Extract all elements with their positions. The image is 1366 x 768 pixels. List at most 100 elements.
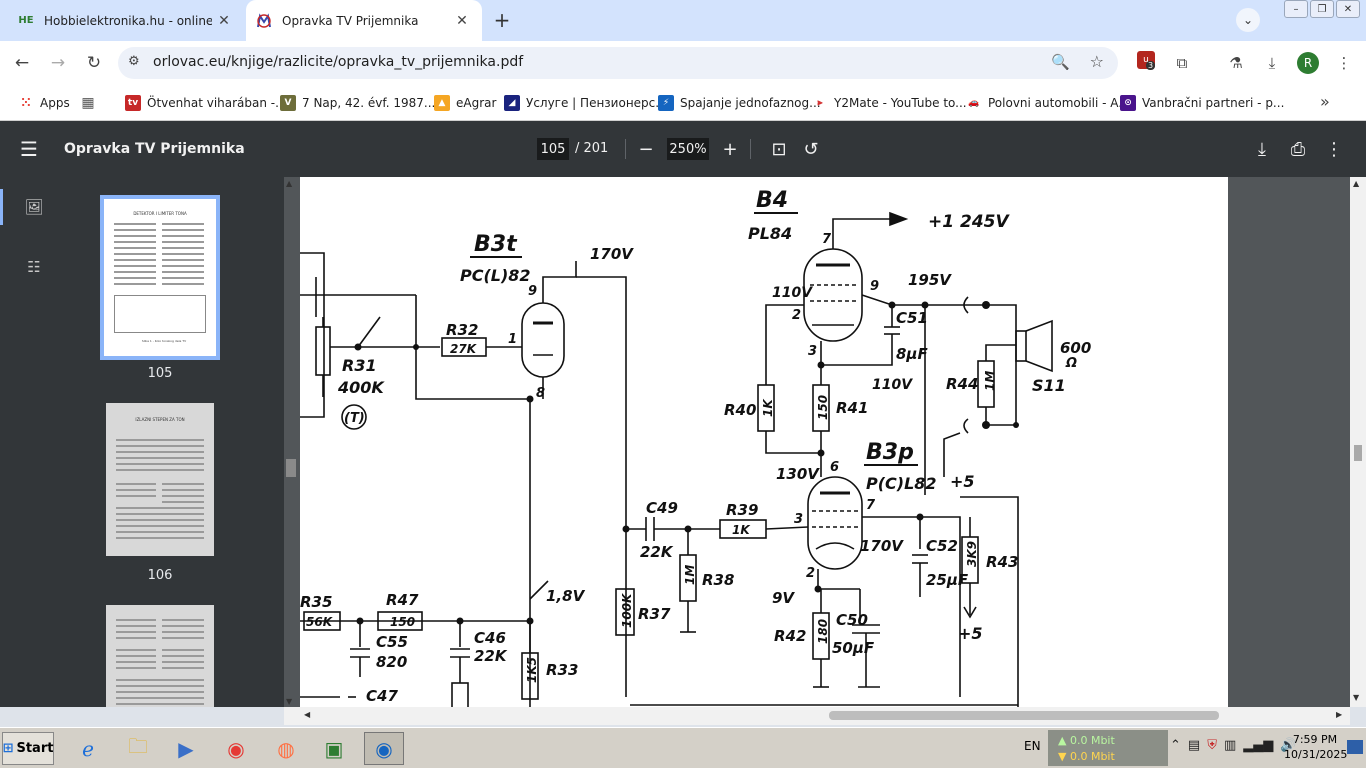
text-line xyxy=(116,631,156,633)
vanbracni-favicon-icon: ⊙ xyxy=(1120,95,1136,111)
minimize-button[interactable]: – xyxy=(1284,0,1308,18)
zoom-in-button[interactable]: + xyxy=(718,137,742,161)
more-bookmarks-chevron-icon[interactable]: » xyxy=(1320,92,1330,111)
more-actions-icon[interactable]: ⋮ xyxy=(1322,137,1346,161)
extension-badge-count: 3 xyxy=(1146,61,1156,70)
bookmark-y2mate[interactable]: ⫸ Y2Mate - YouTube to... xyxy=(812,92,966,114)
app-window-icon[interactable]: ▣ xyxy=(314,732,354,765)
text-line xyxy=(116,519,204,521)
bookmark-vanbracni[interactable]: ⊙ Vanbračni partneri - p... xyxy=(1120,92,1284,114)
label-pcl82-a: PC(L)82 xyxy=(460,266,531,285)
text-line xyxy=(162,661,204,663)
show-desktop-button[interactable] xyxy=(1347,740,1363,754)
text-line xyxy=(116,489,156,491)
text-line xyxy=(116,637,156,639)
text-line xyxy=(116,625,156,627)
file-explorer-icon[interactable]: 🗀 xyxy=(118,732,158,765)
thumbnail-page-107[interactable] xyxy=(106,605,214,707)
bookmark-star-icon[interactable]: ☆ xyxy=(1090,52,1104,71)
site-info-icon[interactable]: ⚙ xyxy=(128,54,140,69)
pin-6: 6 xyxy=(830,460,839,475)
vertical-scroll-thumb[interactable] xyxy=(1354,445,1362,461)
text-line xyxy=(116,679,204,681)
bookmark-otvenhat[interactable]: tv Ötvenhat viharában -... xyxy=(125,92,287,114)
input-language[interactable]: EN xyxy=(1024,739,1041,753)
address-bar[interactable]: ⚙ orlovac.eu/knjige/razlicite/opravka_tv… xyxy=(118,47,1118,79)
thumbnail-page-106[interactable]: IZLAZNI STEPEN ZA TON xyxy=(106,403,214,556)
chrome-active-icon[interactable]: ◉ xyxy=(364,732,404,765)
url-text[interactable]: orlovac.eu/knjige/razlicite/opravka_tv_p… xyxy=(153,54,523,70)
tab-search-button[interactable]: ⌄ xyxy=(1236,8,1260,32)
left-scroll-track: ▲ ▼ xyxy=(284,177,300,707)
ublock-extension-icon[interactable]: u3 xyxy=(1137,51,1156,70)
media-player-icon[interactable]: ▶ xyxy=(166,732,206,765)
vertical-scrollbar[interactable]: ▲ ▼ xyxy=(1350,177,1366,707)
new-tab-button[interactable]: + xyxy=(490,8,514,32)
spajanje-favicon-icon: ⚡ xyxy=(658,95,674,111)
bookmark-7nap[interactable]: V 7 Nap, 42. évf. 1987.... xyxy=(280,92,439,114)
start-button[interactable]: ⊞ Start xyxy=(2,732,54,765)
clock[interactable]: 7:59 PM 10/31/2025 xyxy=(1284,732,1347,762)
browser-menu-icon[interactable]: ⋮ xyxy=(1332,51,1356,75)
text-line xyxy=(116,655,156,657)
internet-explorer-icon[interactable]: ℯ xyxy=(68,732,108,765)
tray-device-icon[interactable]: ▥ xyxy=(1224,738,1236,753)
tray-app-icon[interactable]: ▤ xyxy=(1188,738,1200,753)
left-scroll-thumb[interactable] xyxy=(286,459,296,477)
horizontal-scrollbar[interactable]: ◀ ▶ xyxy=(284,707,1350,725)
tray-security-icon[interactable]: ⛨ xyxy=(1207,738,1217,753)
scroll-down-arrow-icon[interactable]: ▼ xyxy=(286,697,292,706)
outline-icon[interactable]: ☷ xyxy=(24,257,44,277)
bookmark-usluge[interactable]: ◢ Услуге | Пензионерс... xyxy=(504,92,667,114)
bookmark-spajanje[interactable]: ⚡ Spajanje jednofaznog... xyxy=(658,92,821,114)
bookmark-apps[interactable]: ⁙ Apps xyxy=(18,92,70,114)
thumbnail-page-105[interactable]: DETEKTOR I LIMITER TONA Slika 1 - Kolo t… xyxy=(100,195,220,360)
scroll-left-arrow-icon[interactable]: ◀ xyxy=(304,710,310,719)
page-number-input[interactable]: 105 xyxy=(537,138,569,160)
profile-avatar[interactable]: R xyxy=(1297,52,1319,74)
fit-page-icon[interactable]: ⊡ xyxy=(767,137,791,161)
text-line xyxy=(162,241,204,243)
bookmark-grid[interactable]: ▦ xyxy=(80,92,102,114)
downloads-icon[interactable]: ⤓ xyxy=(1260,51,1284,75)
label-plus5-a: +5 xyxy=(950,472,975,491)
text-line xyxy=(116,525,204,527)
show-hidden-icons-icon[interactable]: ⌃ xyxy=(1170,738,1181,753)
pdf-viewport[interactable]: B4 PL84 +1 245V 195V C51 8µF 110V 110V B… xyxy=(284,177,1350,707)
network-signal-icon[interactable]: ▂▄▆ xyxy=(1243,738,1273,753)
reload-button[interactable]: ↻ xyxy=(80,49,108,77)
zoom-icon[interactable]: 🔍 xyxy=(1051,53,1070,71)
sidebar-menu-icon[interactable]: ☰ xyxy=(20,137,38,161)
horizontal-scroll-thumb[interactable] xyxy=(829,711,1219,720)
download-icon[interactable]: ⤓ xyxy=(1250,137,1274,161)
close-tab-icon[interactable]: ✕ xyxy=(450,9,474,33)
zoom-level-input[interactable]: 250% xyxy=(667,138,709,160)
tab-opravka-tv[interactable]: Opravka TV Prijemnika ✕ xyxy=(246,0,482,41)
text-line xyxy=(162,489,204,491)
back-button[interactable]: ← xyxy=(8,49,36,77)
restore-button[interactable]: ❐ xyxy=(1310,0,1334,18)
firefox-icon[interactable]: ◍ xyxy=(266,732,306,765)
labs-flask-icon[interactable]: ⚗ xyxy=(1224,51,1248,75)
scroll-down-arrow-icon[interactable]: ▼ xyxy=(1353,693,1359,702)
text-line xyxy=(114,265,156,267)
thumbnail-panel: DETEKTOR I LIMITER TONA Slika 1 - Kolo t… xyxy=(66,177,284,707)
tab-hobbielektronika[interactable]: HE Hobbielektronika.hu - online elektron… xyxy=(8,0,244,41)
text-line xyxy=(162,271,204,273)
extensions-puzzle-icon[interactable]: ⧉ xyxy=(1170,51,1194,75)
close-tab-icon[interactable]: ✕ xyxy=(212,9,236,33)
zoom-out-button[interactable]: − xyxy=(634,137,658,161)
schematic-diagram: B4 PL84 +1 245V 195V C51 8µF 110V 110V B… xyxy=(300,188,1091,707)
forward-button[interactable]: → xyxy=(44,49,72,77)
chrome-icon[interactable]: ◉ xyxy=(216,732,256,765)
bookmark-polovni[interactable]: 🚗 Polovni automobili - A... xyxy=(966,92,1129,114)
text-line xyxy=(116,507,204,509)
close-window-button[interactable]: ✕ xyxy=(1336,0,1360,18)
scroll-right-arrow-icon[interactable]: ▶ xyxy=(1336,710,1342,719)
bookmark-eagrar[interactable]: ▲ eAgrar xyxy=(434,92,496,114)
rotate-icon[interactable]: ↺ xyxy=(799,137,823,161)
thumbnails-icon[interactable]: 🖼 xyxy=(24,197,44,217)
scroll-up-arrow-icon[interactable]: ▲ xyxy=(286,179,292,188)
scroll-up-arrow-icon[interactable]: ▲ xyxy=(1353,179,1359,188)
print-icon[interactable]: ⎙ xyxy=(1286,137,1310,161)
